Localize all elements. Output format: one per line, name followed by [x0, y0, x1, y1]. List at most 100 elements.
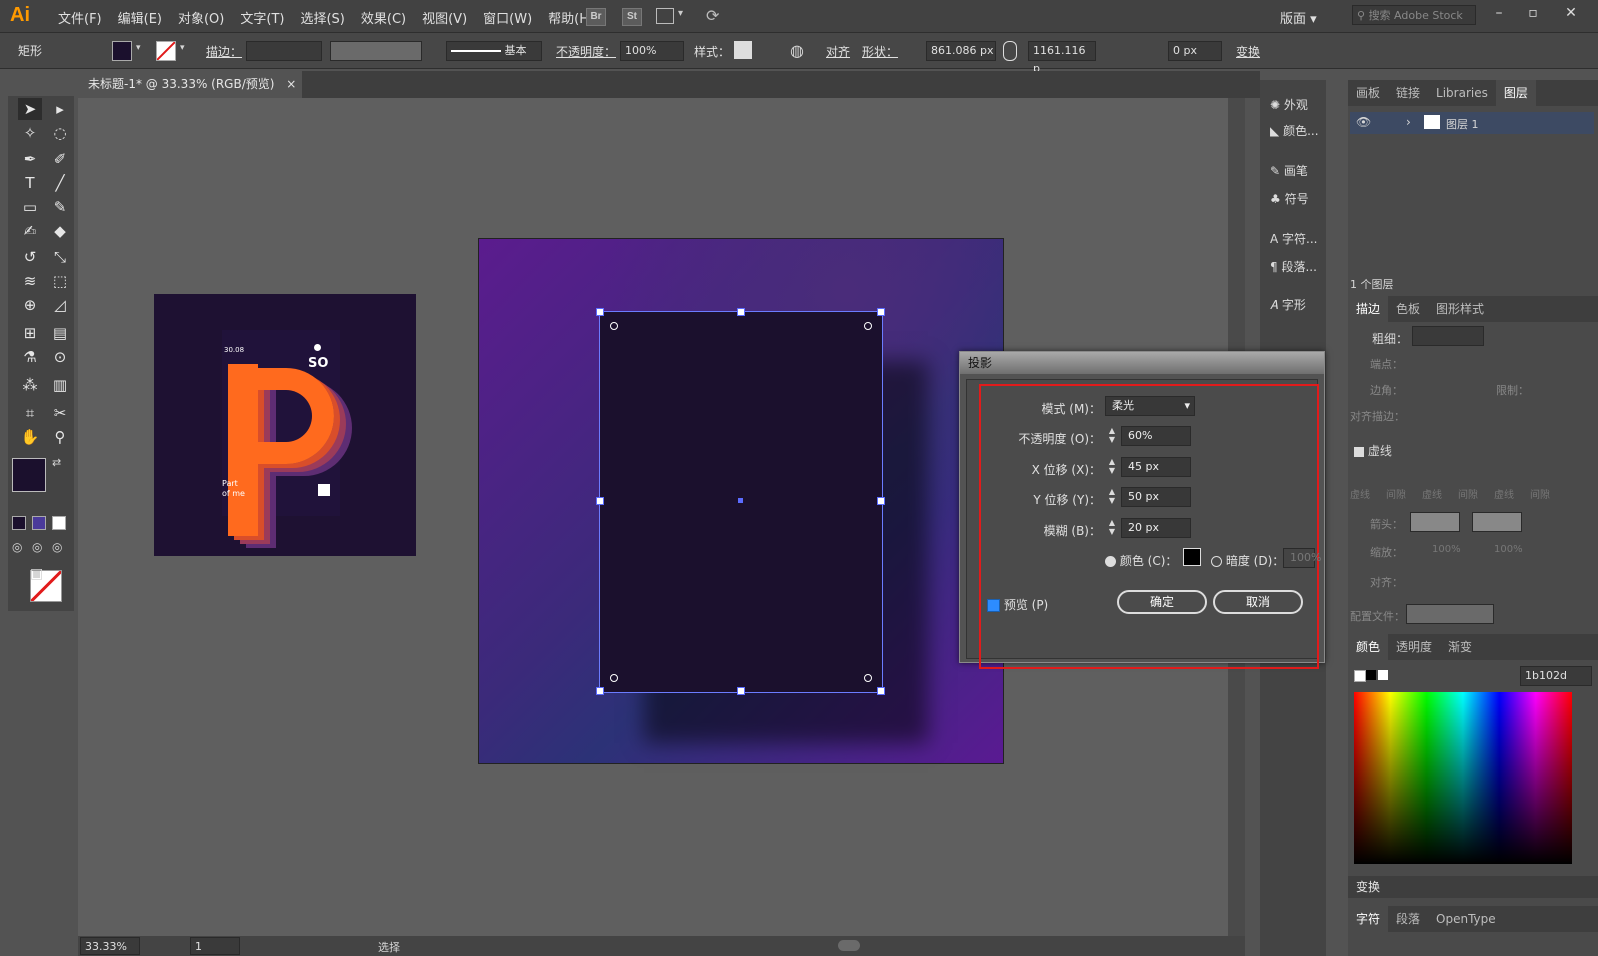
zoom-tool-icon[interactable]: ⚲: [48, 426, 72, 448]
chevron-down-icon[interactable]: ▾: [136, 43, 141, 53]
menu-effect[interactable]: 效果(C): [353, 8, 414, 27]
opacity-input[interactable]: 60%: [1121, 426, 1191, 446]
minimize-button[interactable]: –: [1484, 2, 1514, 26]
stroke-label[interactable]: 描边：: [206, 43, 242, 60]
gpu-performance-icon[interactable]: ⟳: [706, 6, 719, 25]
stroke-swatch[interactable]: [156, 41, 176, 61]
glyphs-panel-button[interactable]: 𝐴 字形: [1270, 296, 1306, 313]
layer-name[interactable]: 图层 1: [1446, 116, 1479, 132]
hex-field[interactable]: 1b102d: [1520, 666, 1592, 686]
pen-tool-icon[interactable]: ✒: [18, 148, 42, 170]
cancel-button[interactable]: 取消: [1213, 590, 1303, 614]
rotate-tool-icon[interactable]: ↺: [18, 246, 42, 268]
zoom-field[interactable]: 33.33%: [80, 937, 140, 955]
darkness-radio[interactable]: [1211, 556, 1222, 567]
blur-stepper[interactable]: ▲ ▼: [1107, 518, 1117, 538]
stock-search-input[interactable]: ⚲ 搜索 Adobe Stock: [1352, 5, 1476, 25]
tab-artboards[interactable]: 画板: [1348, 80, 1388, 106]
constrain-link-icon[interactable]: [1003, 41, 1017, 61]
expand-layer-icon[interactable]: ›: [1406, 115, 1411, 129]
selection-handle[interactable]: [877, 687, 885, 695]
y-offset-stepper[interactable]: ▲ ▼: [1107, 487, 1117, 507]
graphic-style-swatch[interactable]: [734, 41, 752, 59]
swap-colors-icon[interactable]: ⇄: [52, 456, 61, 469]
draw-inside-icon[interactable]: ◎: [52, 540, 62, 554]
shadow-color-swatch[interactable]: [1183, 548, 1201, 566]
brushes-panel-button[interactable]: ✎ 画笔: [1270, 162, 1308, 179]
appearance-panel-button[interactable]: ✺ 外观: [1270, 96, 1308, 113]
tab-links[interactable]: 链接: [1388, 80, 1428, 106]
curvature-tool-icon[interactable]: ✐: [48, 148, 72, 170]
warp-tool-icon[interactable]: ≋: [18, 270, 42, 292]
eraser-icon[interactable]: ◆: [48, 220, 72, 242]
magic-wand-icon[interactable]: ✧: [18, 122, 42, 144]
tab-opentype[interactable]: OpenType: [1428, 906, 1504, 932]
color-spectrum[interactable]: [1354, 692, 1572, 864]
symbols-panel-button[interactable]: ♣ 符号: [1270, 190, 1309, 207]
workspace-switcher[interactable]: 版面 ▾: [1280, 8, 1317, 27]
menu-window[interactable]: 窗口(W): [475, 8, 540, 27]
eyedropper-icon[interactable]: ⚗: [18, 346, 42, 368]
symbol-sprayer-icon[interactable]: ⁂: [18, 374, 42, 396]
artboard-tool-icon[interactable]: ⌗: [18, 402, 42, 424]
arrange-documents-icon[interactable]: [656, 8, 674, 24]
layer-row[interactable]: 👁 › 图层 1: [1350, 112, 1594, 134]
stroke-weight-field[interactable]: [246, 41, 322, 61]
dialog-title[interactable]: 投影: [960, 352, 1324, 374]
paintbrush-icon[interactable]: ✎: [48, 196, 72, 218]
selection-handle[interactable]: [596, 687, 604, 695]
preview-option[interactable]: 预览 (P): [987, 596, 1048, 613]
artboard[interactable]: [478, 238, 1004, 764]
fill-color-box[interactable]: [12, 458, 46, 492]
x-offset-stepper[interactable]: ▲ ▼: [1107, 457, 1117, 477]
end-scale-value[interactable]: 100%: [1494, 544, 1523, 555]
lasso-icon[interactable]: ◌: [48, 122, 72, 144]
shaper-tool-icon[interactable]: ✍: [18, 220, 42, 242]
character-panel-button[interactable]: A 字符...: [1270, 230, 1318, 247]
preview-checkbox[interactable]: [987, 599, 1000, 612]
selection-handle[interactable]: [596, 308, 604, 316]
gradient-mode-icon[interactable]: [32, 516, 46, 530]
corner-widget[interactable]: [610, 674, 618, 682]
chevron-down-icon[interactable]: ▾: [180, 43, 185, 53]
none-mode-icon[interactable]: [52, 516, 66, 530]
selection-tool-icon[interactable]: ➤: [18, 98, 42, 120]
mode-select[interactable]: 柔光 ▾: [1105, 396, 1195, 416]
tab-gradient[interactable]: 渐变: [1440, 634, 1480, 660]
menu-object[interactable]: 对象(O): [170, 8, 232, 27]
tab-transparency[interactable]: 透明度: [1388, 634, 1440, 660]
tab-paragraph[interactable]: 段落: [1388, 906, 1428, 932]
start-arrowhead-select[interactable]: [1410, 512, 1460, 532]
color-option[interactable]: 颜色 (C)：: [1105, 552, 1177, 569]
chevron-down-icon[interactable]: ▾: [678, 8, 683, 19]
document-tab[interactable]: 未标题-1* @ 33.33% (RGB/预览) ×: [80, 71, 302, 98]
close-window-button[interactable]: ✕: [1556, 2, 1586, 26]
tab-layers[interactable]: 图层: [1495, 80, 1536, 106]
tab-stroke[interactable]: 描边: [1348, 296, 1389, 322]
selection-handle[interactable]: [737, 687, 745, 695]
end-arrowhead-select[interactable]: [1472, 512, 1522, 532]
menu-file[interactable]: 文件(F): [50, 8, 110, 27]
blur-input[interactable]: 20 px: [1121, 518, 1191, 538]
start-scale-value[interactable]: 100%: [1432, 544, 1461, 555]
scale-tool-icon[interactable]: ⤡: [48, 246, 72, 268]
corner-widget[interactable]: [864, 322, 872, 330]
opacity-field[interactable]: 100%: [620, 41, 684, 61]
selection-handle[interactable]: [877, 497, 885, 505]
brush-definition-select[interactable]: 基本: [446, 41, 542, 61]
artboard-number-field[interactable]: 1: [190, 937, 240, 955]
recolor-icon[interactable]: ◍: [790, 41, 804, 60]
fill-swatch[interactable]: [112, 41, 132, 61]
color-panel-button[interactable]: ◣ 颜色...: [1270, 122, 1319, 139]
selection-handle[interactable]: [737, 308, 745, 316]
shape-builder-icon[interactable]: ⊕: [18, 294, 42, 316]
align-link[interactable]: 对齐: [826, 43, 850, 60]
darkness-option[interactable]: 暗度 (D)：: [1211, 552, 1284, 569]
selection-handle[interactable]: [596, 497, 604, 505]
bridge-button[interactable]: Br: [586, 8, 606, 26]
y-offset-input[interactable]: 50 px: [1121, 487, 1191, 507]
menu-view[interactable]: 视图(V): [414, 8, 475, 27]
profile-select[interactable]: [1406, 604, 1494, 624]
height-field[interactable]: 1161.116 p: [1028, 41, 1096, 75]
x-offset-input[interactable]: 45 px: [1121, 457, 1191, 477]
